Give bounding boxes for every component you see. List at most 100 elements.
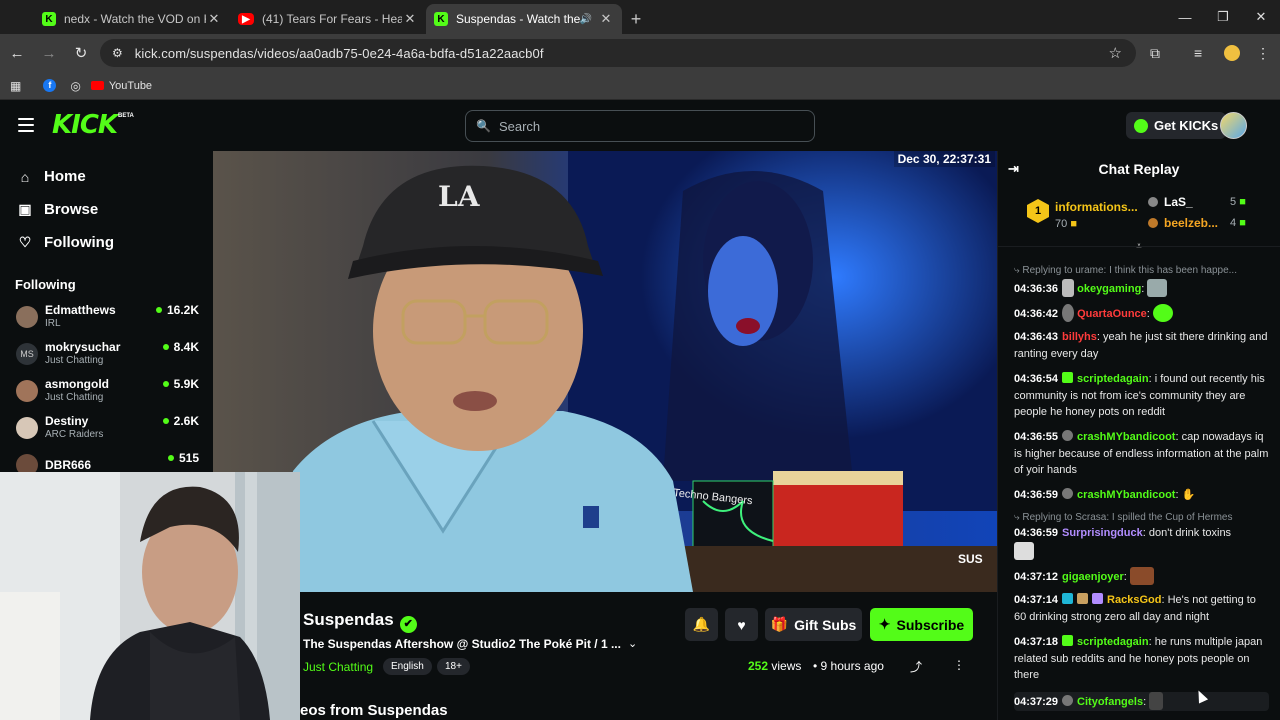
channel-category: Just Chatting bbox=[45, 355, 104, 366]
video-frame: LA Techno Bangers SUS bbox=[213, 151, 997, 592]
category-link[interactable]: Just Chatting bbox=[303, 660, 373, 674]
followed-channel-mokrysuchar[interactable]: MS mokrysuchar Just Chatting 8.4K bbox=[0, 335, 213, 372]
close-icon[interactable]: ✕ bbox=[206, 11, 222, 27]
channel-name: Destiny bbox=[45, 414, 89, 428]
channel-name-heading[interactable]: Suspendas ✔ bbox=[303, 610, 417, 633]
heart-icon: ♥ bbox=[737, 616, 746, 633]
site-header: KICK BETA 🔍 Search Get KICKs bbox=[0, 100, 1280, 151]
webcam-overlay bbox=[0, 472, 300, 720]
channel-category: Just Chatting bbox=[45, 392, 104, 403]
chat-message-hovered[interactable]: 04:37:29 Cityofangels: bbox=[1014, 692, 1269, 711]
globe-bookmark-icon[interactable]: ◎ bbox=[70, 79, 80, 93]
sidebar-item-label: Following bbox=[44, 234, 114, 251]
gift-icon: 🎁 bbox=[770, 616, 789, 632]
chat-message: 04:37:12 gigaenjoyer: bbox=[1014, 567, 1269, 586]
collapse-chat-icon[interactable]: ⇥ bbox=[1008, 161, 1019, 177]
notify-bell-button[interactable]: 🔔 bbox=[685, 608, 718, 641]
maximize-icon[interactable]: ❐ bbox=[1204, 0, 1242, 34]
chat-message: 04:36:59 crashMYbandicoot: ✋ bbox=[1014, 488, 1196, 501]
chat-message: 04:36:36 okeygaming: bbox=[1014, 279, 1269, 298]
site-info-icon[interactable]: ⚙ bbox=[112, 46, 123, 60]
stream-title: The Suspendas Aftershow @ Studio2 The Po… bbox=[303, 637, 621, 651]
search-placeholder: Search bbox=[498, 118, 541, 134]
reply-context: ⤷ Replying to Scrasa: I spilled the Cup … bbox=[1014, 512, 1233, 523]
browser-tab-2[interactable]: ▶ (41) Tears For Fears - Head Ove ✕ bbox=[230, 4, 426, 34]
followed-channel-asmongold[interactable]: asmongold Just Chatting 5.9K bbox=[0, 372, 213, 409]
star-icon: ✦ bbox=[878, 616, 891, 632]
browser-tab-1[interactable]: K nedx - Watch the VOD on Kick ✕ bbox=[34, 4, 230, 34]
leader-name[interactable]: beelzeb... bbox=[1148, 216, 1218, 230]
sidebar: ⌂ Home ▣ Browse ♡ Following Following Ed… bbox=[0, 151, 213, 476]
search-input[interactable]: 🔍 Search bbox=[465, 110, 815, 142]
verified-icon: ✔ bbox=[399, 616, 417, 633]
follow-heart-button[interactable]: ♥ bbox=[725, 608, 758, 641]
menu-icon[interactable] bbox=[18, 118, 34, 132]
chat-panel: ⇥ Chat Replay 1 informations... 70 ■ LaS… bbox=[997, 151, 1280, 720]
sidebar-item-browse[interactable]: ▣ Browse bbox=[0, 193, 213, 226]
close-icon[interactable]: ✕ bbox=[598, 11, 614, 27]
facebook-bookmark-icon[interactable]: f bbox=[43, 79, 57, 92]
youtube-bookmark[interactable]: YouTube bbox=[90, 79, 153, 92]
youtube-icon: ▶ bbox=[238, 13, 254, 25]
followed-channel-edmatthews[interactable]: Edmatthews IRL 16.2K bbox=[0, 298, 213, 335]
extensions-icon[interactable]: ⧉ bbox=[1150, 34, 1160, 72]
url-field[interactable]: ⚙ kick.com/suspendas/videos/aa0adb75-0e2… bbox=[100, 39, 1136, 67]
chat-header: ⇥ Chat Replay bbox=[998, 151, 1280, 187]
video-info: Suspendas ✔ The Suspendas Aftershow @ Stu… bbox=[300, 592, 997, 720]
bookmark-label: YouTube bbox=[108, 79, 153, 92]
browser-tab-3[interactable]: K Suspendas - Watch the VOD 🔊 ✕ bbox=[426, 4, 622, 34]
video-age: • 9 hours ago bbox=[813, 659, 884, 673]
tag-badge[interactable]: English bbox=[383, 658, 432, 675]
close-icon[interactable]: ✕ bbox=[402, 11, 418, 27]
search-icon: 🔍 bbox=[476, 119, 491, 133]
leader-name[interactable]: informations... bbox=[1055, 200, 1138, 214]
leader-value: 5 ■ bbox=[1230, 196, 1246, 208]
kick-icon: K bbox=[42, 12, 56, 26]
bookmark-star-icon[interactable]: ☆ bbox=[1109, 44, 1122, 62]
kick-logo[interactable]: KICK bbox=[52, 110, 118, 140]
sidebar-item-home[interactable]: ⌂ Home bbox=[0, 160, 213, 193]
subscribe-button[interactable]: ✦ Subscribe bbox=[870, 608, 973, 641]
sidebar-item-following[interactable]: ♡ Following bbox=[0, 226, 213, 259]
reload-icon[interactable]: ↻ bbox=[66, 38, 96, 68]
viewer-count: 515 bbox=[167, 451, 199, 465]
kicks-coin-icon bbox=[1134, 118, 1148, 133]
tag-badge[interactable]: 18+ bbox=[437, 658, 470, 675]
apps-grid-icon[interactable]: ▦ bbox=[10, 79, 21, 93]
tab-title: nedx - Watch the VOD on Kick bbox=[64, 12, 206, 26]
channel-name: Edmatthews bbox=[45, 303, 116, 317]
bell-icon: 🔔 bbox=[692, 616, 711, 632]
more-options-icon[interactable]: ⋮ bbox=[953, 658, 965, 672]
channel-name: DBR666 bbox=[45, 457, 92, 472]
new-tab-icon[interactable]: + bbox=[622, 4, 650, 34]
close-window-icon[interactable]: ✕ bbox=[1242, 0, 1280, 34]
leader-name[interactable]: LaS_ bbox=[1148, 195, 1193, 209]
media-icon[interactable]: ≡ bbox=[1194, 34, 1202, 72]
followed-channel-destiny[interactable]: Destiny ARC Raiders 2.6K bbox=[0, 409, 213, 446]
home-icon: ⌂ bbox=[20, 168, 30, 185]
speaker-icon[interactable]: 🔊 bbox=[580, 14, 592, 25]
channel-category: ARC Raiders bbox=[45, 429, 104, 440]
address-bar-row: ← → ↻ ⚙ kick.com/suspendas/videos/aa0adb… bbox=[0, 34, 1280, 72]
menu-kebab-icon[interactable]: ⋮ bbox=[1256, 34, 1270, 72]
share-icon[interactable]: ⤴ bbox=[910, 658, 922, 675]
video-timestamp: Dec 30, 22:37:31 bbox=[893, 151, 995, 167]
tab-title: (41) Tears For Fears - Head Ove bbox=[262, 12, 402, 26]
get-kicks-button[interactable]: Get KICKs bbox=[1126, 112, 1227, 139]
gift-subs-button[interactable]: 🎁 Gift Subs bbox=[765, 608, 862, 641]
webcam-image bbox=[0, 472, 300, 720]
viewer-count: 8.4K bbox=[162, 340, 199, 354]
minimize-icon[interactable]: — bbox=[1166, 0, 1204, 34]
profile-icon[interactable] bbox=[1224, 34, 1240, 72]
rank-badge: 1 bbox=[1027, 199, 1049, 223]
back-icon[interactable]: ← bbox=[2, 38, 32, 68]
live-dot-icon bbox=[162, 418, 169, 424]
live-dot-icon bbox=[155, 307, 162, 313]
reply-context: ⤷ Replying to urame: I think this has be… bbox=[1014, 265, 1237, 276]
forward-icon[interactable]: → bbox=[34, 38, 64, 68]
chevron-down-icon[interactable]: ⌄ bbox=[628, 637, 637, 650]
video-player[interactable]: LA Techno Bangers SUS Dec 30, 22:37:31 bbox=[213, 151, 997, 592]
user-avatar[interactable] bbox=[1220, 112, 1247, 139]
url-text: kick.com/suspendas/videos/aa0adb75-0e24-… bbox=[134, 45, 544, 61]
following-heading: Following bbox=[15, 277, 76, 292]
